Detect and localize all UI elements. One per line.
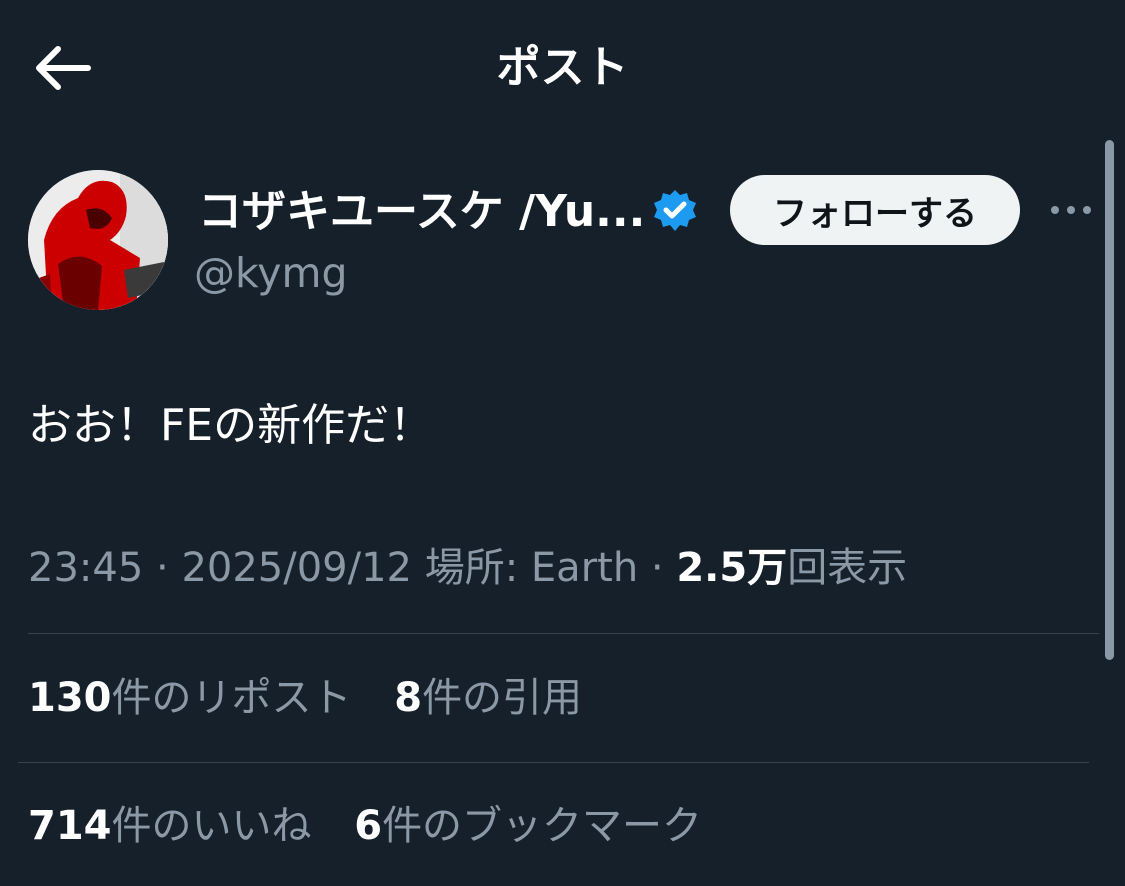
user-handle[interactable]: @kymg xyxy=(194,244,348,302)
more-options-button[interactable] xyxy=(1048,195,1094,225)
likes-label: 件のいいね xyxy=(111,803,312,849)
avatar[interactable] xyxy=(28,170,168,310)
post-time[interactable]: 23:45 xyxy=(28,545,143,591)
verified-badge-icon xyxy=(652,188,698,234)
meta-separator: · xyxy=(156,545,169,591)
bookmarks-count: 6 xyxy=(354,803,383,849)
quotes-label: 件の引用 xyxy=(422,675,583,721)
views-count: 2.5万 xyxy=(676,545,788,591)
page-title: ポスト xyxy=(496,42,629,93)
post-text: おお！FEの新作だ！ xyxy=(28,400,434,451)
stats-row-shares: 130件のリポスト 8件の引用 xyxy=(28,670,612,726)
avatar-image xyxy=(28,170,168,310)
location-value: Earth xyxy=(530,545,639,591)
scrollbar[interactable] xyxy=(1105,140,1114,660)
quotes-count: 8 xyxy=(394,675,423,721)
likes-stat[interactable]: 714件のいいね xyxy=(28,803,312,849)
bookmarks-stat[interactable]: 6件のブックマーク xyxy=(354,803,702,849)
more-horizontal-icon xyxy=(1051,206,1091,214)
reposts-count: 130 xyxy=(28,675,112,721)
reposts-stat[interactable]: 130件のリポスト xyxy=(28,675,352,721)
divider xyxy=(18,762,1089,763)
post-meta: 23:45 · 2025/09/12 場所: Earth · 2.5万回表示 xyxy=(28,540,907,596)
divider xyxy=(28,633,1099,634)
reposts-label: 件のリポスト xyxy=(111,675,352,721)
top-bar: ポスト xyxy=(0,0,1125,130)
follow-button[interactable]: フォローする xyxy=(730,175,1020,245)
bookmarks-label: 件のブックマーク xyxy=(382,803,703,849)
location-label: 場所: xyxy=(424,545,519,591)
display-name[interactable]: コザキユースケ /Yu... xyxy=(198,182,645,242)
likes-count: 714 xyxy=(28,803,112,849)
post-date[interactable]: 2025/09/12 xyxy=(181,545,412,591)
quotes-stat[interactable]: 8件の引用 xyxy=(394,675,582,721)
stats-row-engagement: 714件のいいね 6件のブックマーク xyxy=(28,798,732,854)
meta-separator: · xyxy=(650,545,664,591)
views-label: 回表示 xyxy=(787,545,908,591)
